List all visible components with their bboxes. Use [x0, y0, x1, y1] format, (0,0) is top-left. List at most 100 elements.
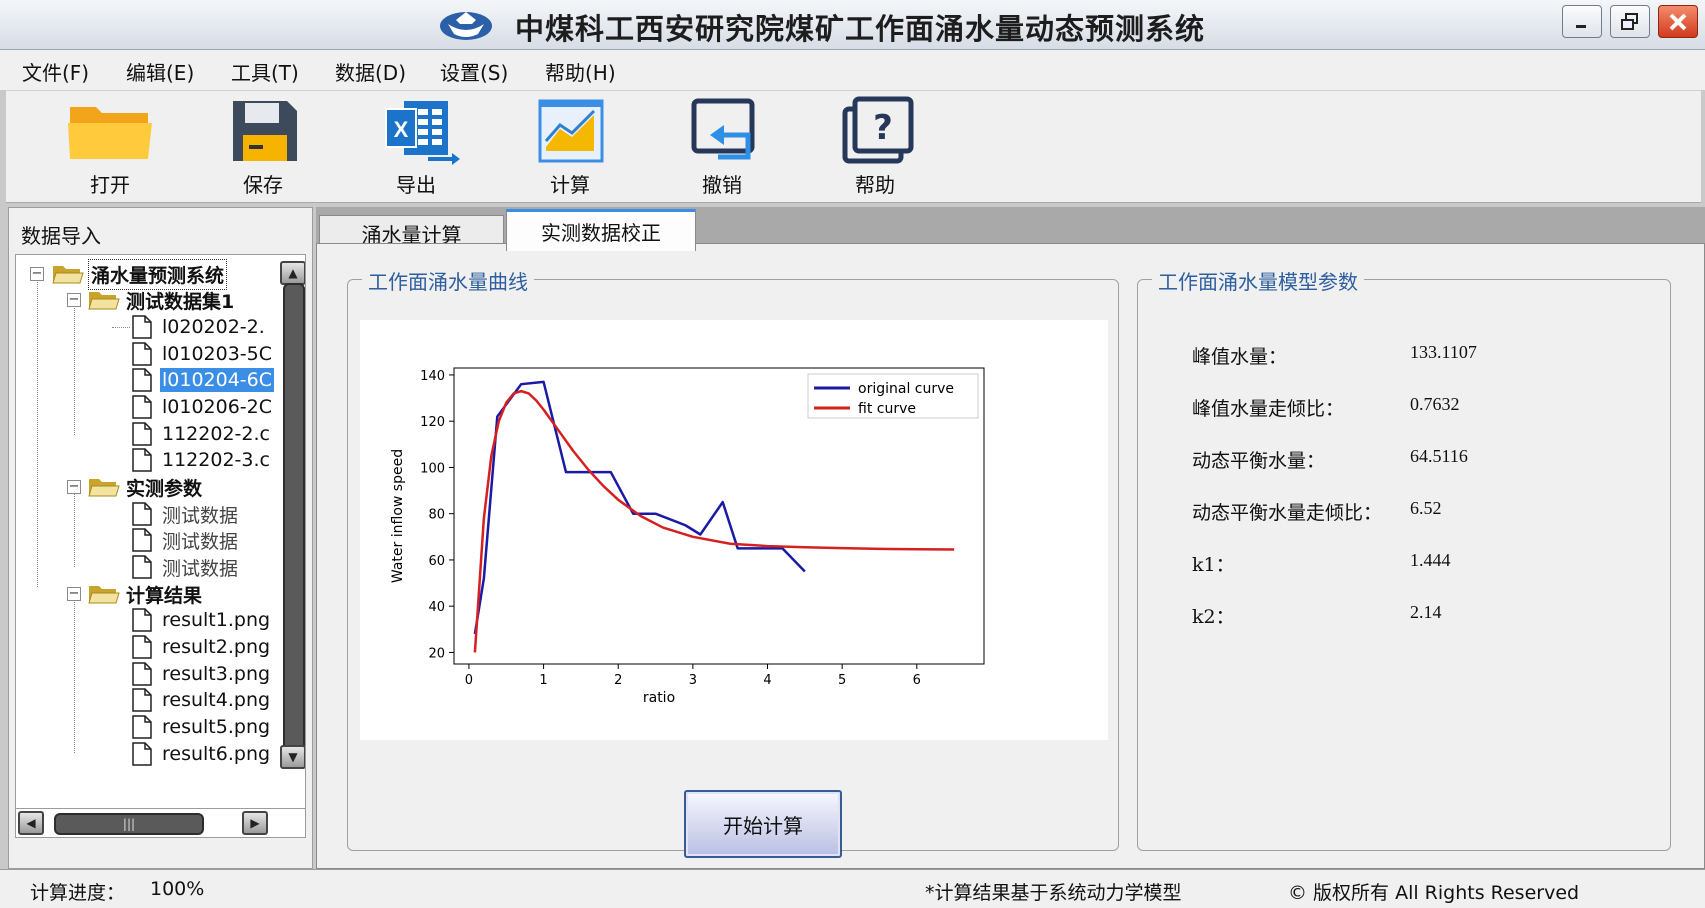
tab-measured-correction[interactable]: 实测数据校正 — [506, 209, 696, 251]
x-tick-label: 0 — [465, 673, 473, 688]
file-icon — [132, 448, 152, 472]
tree-file[interactable]: result5.png — [132, 714, 272, 740]
tree-file[interactable]: result4.png — [132, 687, 272, 713]
menu-edit[interactable]: 编辑(E) — [126, 57, 194, 86]
open-folder-icon — [52, 266, 84, 284]
file-icon — [132, 688, 152, 712]
tree-file-label: 测试数据 — [162, 530, 239, 553]
collapse-toggle[interactable]: − — [30, 267, 44, 281]
scroll-up-button[interactable]: ▲ — [280, 261, 305, 285]
main-area: 涌水量计算 工作面涌水量曲线 0 1 2 3 4 5 6 20 40 60 80 100 120 140 … — [316, 207, 1705, 869]
x-tick-label: 4 — [763, 673, 771, 688]
legend-label: fit curve — [858, 401, 916, 417]
tree-file[interactable]: 112202-2.c — [132, 421, 272, 447]
tree-group-results[interactable]: 计算结果 — [88, 581, 204, 607]
tree-file[interactable]: l010206-2C — [132, 394, 274, 420]
tree-file[interactable]: 测试数据 — [132, 527, 240, 553]
menu-tools[interactable]: 工具(T) — [231, 57, 299, 86]
folder-icon — [68, 107, 152, 159]
model-note: *计算结果基于系统动力学模型 — [925, 882, 1182, 904]
y-tick-label: 120 — [420, 415, 445, 430]
tree-file-label: 测试数据 — [162, 557, 239, 580]
param-value: 0.7632 — [1410, 394, 1460, 414]
tree-group-label: 实测参数 — [126, 477, 203, 500]
tree-file-label: l010204-6C — [160, 368, 275, 392]
collapse-toggle[interactable]: − — [67, 587, 81, 601]
tree-file[interactable]: l010203-5C — [132, 341, 274, 367]
calc-button[interactable]: 计算 — [510, 95, 630, 201]
tree-file[interactable]: l020202-2. — [132, 314, 267, 340]
tree-file-label: l010206-2C — [162, 396, 273, 418]
file-icon — [132, 528, 152, 552]
original-curve-line — [473, 380, 806, 635]
chevron-left-icon: ◀ — [26, 816, 36, 830]
chart-calc-icon — [538, 99, 604, 163]
tree-group-measured[interactable]: 实测参数 — [88, 474, 204, 500]
chevron-down-icon: ▼ — [288, 750, 298, 764]
start-calc-button[interactable]: 开始计算 — [684, 790, 842, 858]
export-button[interactable]: X 导出 — [356, 95, 476, 201]
data-import-panel: 数据导入 − 涌水量预测系统 − 测试数据集1 l020202-2. l0102… — [8, 207, 313, 869]
tree-file[interactable]: 测试数据 — [132, 501, 240, 527]
menu-settings[interactable]: 设置(S) — [440, 57, 508, 86]
scroll-right-button[interactable]: ▶ — [242, 811, 268, 835]
tree-file-label: 112202-3.c — [162, 449, 270, 471]
tree-horizontal-scrollbar[interactable]: ◀ ||| ▶ — [15, 808, 306, 838]
param-label: 动态平衡水量走倾比： — [1192, 502, 1383, 524]
toolbar: 打开 保存 X 导出 计算 撤销 ? 帮助 — [6, 90, 1701, 203]
x-tick-label: 2 — [614, 673, 622, 688]
menu-data[interactable]: 数据(D) — [335, 57, 406, 86]
tree-file-selected[interactable]: l010204-6C — [132, 367, 275, 393]
save-label: 保存 — [243, 173, 283, 197]
open-label: 打开 — [90, 173, 130, 197]
file-icon — [132, 742, 152, 766]
collapse-toggle[interactable]: − — [67, 480, 81, 494]
tree-root[interactable]: 涌水量预测系统 — [52, 258, 228, 290]
tree-file[interactable]: result2.png — [132, 634, 272, 660]
scroll-left-button[interactable]: ◀ — [18, 811, 44, 835]
scroll-thumb[interactable] — [283, 283, 305, 753]
close-button[interactable] — [1658, 5, 1698, 38]
tree-file-label: result2.png — [162, 636, 271, 658]
tree-file-label: l010203-5C — [162, 343, 273, 365]
tree-file[interactable]: result1.png — [132, 607, 272, 633]
file-icon — [132, 502, 152, 526]
tree-file[interactable]: 112202-3.c — [132, 447, 272, 473]
tree-group-testset[interactable]: 测试数据集1 — [88, 287, 236, 313]
collapse-toggle[interactable]: − — [67, 293, 81, 307]
undo-label: 撤销 — [702, 173, 742, 197]
restore-button[interactable] — [1610, 5, 1650, 38]
y-axis-label: Water inflow speed — [390, 449, 406, 583]
scroll-down-button[interactable]: ▼ — [280, 745, 305, 769]
x-tick-label: 1 — [539, 673, 547, 688]
help-label: 帮助 — [855, 173, 895, 197]
tree-file[interactable]: result3.png — [132, 661, 272, 687]
copyright: © 版权所有 All Rights Reserved — [1288, 882, 1580, 904]
help-button[interactable]: ? 帮助 — [815, 95, 935, 201]
chart-svg: 0 1 2 3 4 5 6 20 40 60 80 100 120 140 original curve f… — [390, 367, 985, 706]
params-group: 工作面涌水量模型参数 峰值水量： 133.1107 峰值水量走倾比： 0.763… — [1137, 266, 1671, 851]
file-icon — [132, 422, 152, 446]
x-axis-label: ratio — [643, 690, 675, 706]
param-label: k1： — [1192, 554, 1235, 576]
tree-file[interactable]: 测试数据 — [132, 554, 240, 580]
legend-label: original curve — [858, 381, 954, 397]
y-tick-label: 40 — [428, 600, 445, 615]
undo-button[interactable]: 撤销 — [662, 95, 782, 201]
menu-file[interactable]: 文件(F) — [22, 57, 89, 86]
curve-group: 工作面涌水量曲线 0 1 2 3 4 5 6 20 40 60 80 100 120 140 origin… — [347, 266, 1119, 858]
tree-view[interactable]: − 涌水量预测系统 − 测试数据集1 l020202-2. l010203-5C… — [15, 254, 306, 809]
chart-legend: original curve fit curve — [807, 373, 979, 419]
minimize-button[interactable] — [1562, 5, 1602, 38]
tree-vertical-scrollbar[interactable]: ▲ ▼ — [280, 261, 305, 808]
tree-file-label: 112202-2.c — [162, 423, 270, 445]
file-icon — [132, 715, 152, 739]
panel-title: 数据导入 — [21, 224, 101, 248]
param-value: 133.1107 — [1410, 342, 1477, 362]
save-button[interactable]: 保存 — [203, 95, 323, 201]
menu-help[interactable]: 帮助(H) — [545, 57, 616, 86]
tree-file[interactable]: result6.png — [132, 741, 272, 767]
x-tick-label: 6 — [913, 673, 921, 688]
open-button[interactable]: 打开 — [50, 95, 170, 201]
scroll-thumb[interactable]: ||| — [54, 813, 204, 835]
